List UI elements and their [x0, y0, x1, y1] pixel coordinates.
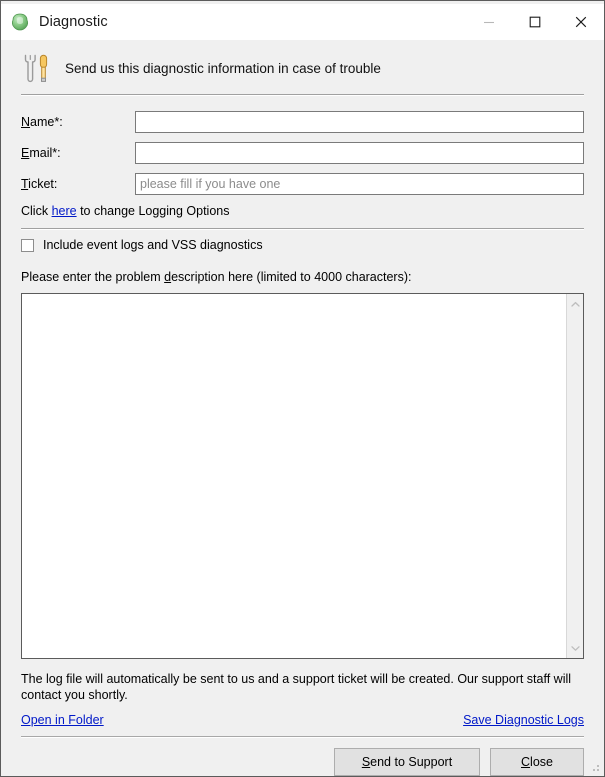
email-field-row: Email*: — [21, 137, 584, 168]
description-textarea-wrapper — [21, 293, 584, 659]
logging-hint-prefix: Click — [21, 204, 52, 218]
name-label: Name*: — [21, 115, 135, 129]
resize-grip[interactable] — [589, 761, 601, 773]
include-logs-label: Include event logs and VSS diagnostics — [43, 238, 263, 252]
name-input[interactable] — [135, 110, 584, 133]
minimize-icon[interactable] — [466, 4, 512, 39]
description-label-rest: escription here (limited to 4000 charact… — [171, 270, 412, 284]
footer-note: The log file will automatically be sent … — [21, 672, 572, 702]
save-diagnostic-logs-link[interactable]: Save Diagnostic Logs — [463, 713, 584, 727]
name-label-rest: ame*: — [30, 114, 63, 129]
contact-form: Name*: Email*: Ticket: Click here to cha… — [1, 95, 604, 218]
close-button[interactable]: Close — [490, 748, 584, 776]
open-in-folder-link[interactable]: Open in Folder — [21, 713, 104, 727]
wrench-screwdriver-icon — [21, 52, 51, 84]
window-title: Diagnostic — [39, 13, 108, 30]
ticket-field-row: Ticket: — [21, 168, 584, 199]
window-controls — [466, 4, 604, 39]
email-label-rest: mail*: — [29, 145, 61, 160]
close-icon[interactable] — [558, 4, 604, 39]
send-to-support-button[interactable]: Send to Support — [334, 748, 480, 776]
scroll-down-icon[interactable] — [567, 641, 584, 655]
description-label-prefix: Please enter the problem — [21, 270, 165, 284]
title-bar: Diagnostic — [1, 4, 604, 40]
logging-hint-suffix: to change Logging Options — [76, 204, 230, 218]
name-label-mnemonic: N — [21, 114, 31, 129]
send-button-mnemonic: S — [361, 755, 371, 769]
intro-header-text: Send us this diagnostic information in c… — [65, 60, 381, 76]
description-label: Please enter the problem description her… — [1, 252, 604, 284]
name-field-row: Name*: — [21, 106, 584, 137]
dialog-buttons: Send to Support Close — [1, 737, 604, 776]
send-button-rest: end to Support — [370, 755, 453, 769]
logging-options-link[interactable]: here — [52, 204, 77, 218]
footer-links-row: Open in Folder Save Diagnostic Logs — [1, 703, 604, 727]
maximize-icon[interactable] — [512, 4, 558, 39]
scroll-up-icon[interactable] — [567, 297, 584, 311]
diagnostic-dialog: Diagnostic Send us this diagnostic infor… — [0, 0, 605, 777]
email-label: Email*: — [21, 146, 135, 160]
description-textarea[interactable] — [22, 294, 566, 658]
logging-options-hint: Click here to change Logging Options — [21, 199, 584, 218]
description-scrollbar[interactable] — [566, 294, 583, 658]
ticket-label: Ticket: — [21, 177, 135, 191]
ticket-input[interactable] — [135, 172, 584, 195]
email-input[interactable] — [135, 141, 584, 164]
close-button-mnemonic: C — [521, 755, 531, 769]
close-button-rest: lose — [530, 755, 553, 769]
ticket-label-rest: icket: — [28, 176, 58, 191]
include-logs-checkbox[interactable] — [21, 238, 34, 252]
intro-header: Send us this diagnostic information in c… — [1, 40, 604, 84]
green-sphere-icon — [9, 11, 31, 33]
include-logs-row[interactable]: Include event logs and VSS diagnostics — [1, 229, 604, 252]
dialog-body: Send us this diagnostic information in c… — [1, 40, 604, 776]
